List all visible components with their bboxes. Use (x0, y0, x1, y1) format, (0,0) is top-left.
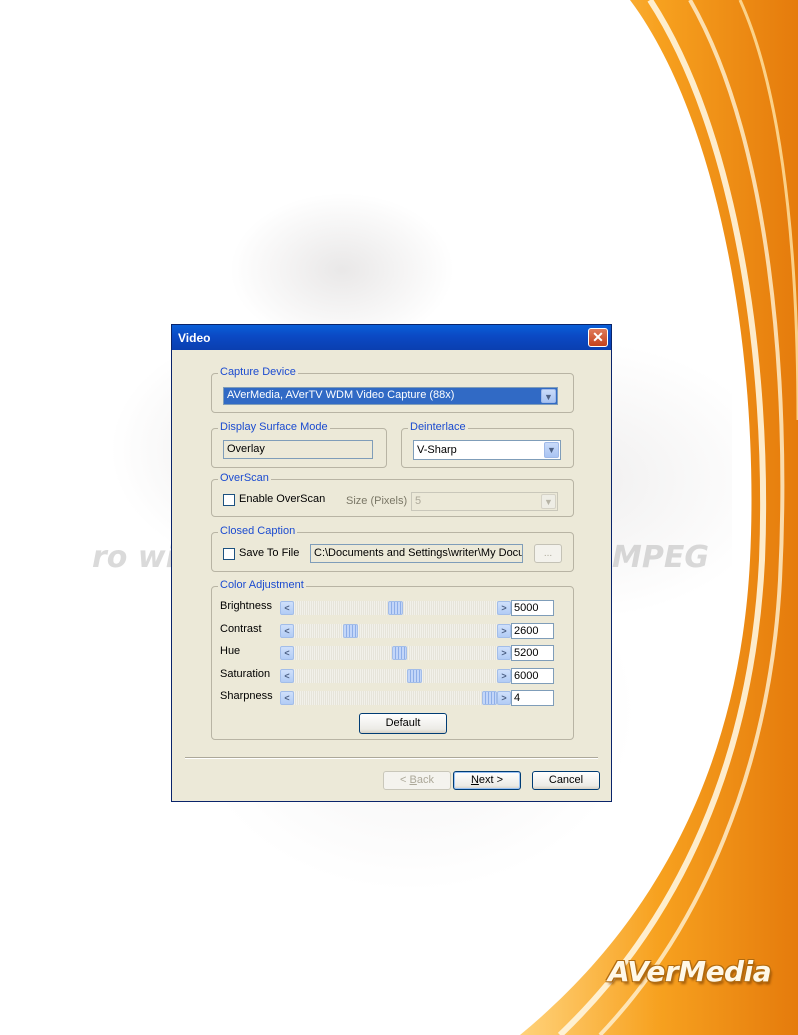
overscan-size-value: 5 (415, 495, 422, 507)
contrast-slider[interactable]: < > (280, 624, 511, 638)
close-icon: ✕ (592, 329, 604, 345)
overscan-group: OverScan Enable OverScan Size (Pixels) 5… (211, 472, 574, 517)
brightness-value[interactable]: 5000 (511, 600, 554, 616)
chevron-right-icon[interactable]: > (497, 646, 511, 660)
capture-device-select[interactable]: AVerMedia, AVerTV WDM Video Capture (88x… (223, 387, 558, 405)
display-surface-mode-label: Display Surface Mode (218, 421, 330, 433)
back-button[interactable]: < Back (383, 771, 451, 790)
sharpness-value[interactable]: 4 (511, 690, 554, 706)
chevron-left-icon[interactable]: < (280, 691, 294, 705)
background-text-right: MPEG (612, 540, 709, 575)
footer-separator (185, 757, 598, 759)
saturation-slider[interactable]: < > (280, 669, 511, 683)
overscan-label: OverScan (218, 472, 271, 484)
sharpness-label: Sharpness (220, 690, 273, 702)
next-rest: ext > (478, 774, 504, 786)
dialog-title: Video (178, 331, 211, 345)
chevron-right-icon[interactable]: > (497, 691, 511, 705)
chevron-right-icon[interactable]: > (497, 624, 511, 638)
slider-thumb[interactable] (406, 669, 422, 683)
enable-overscan-label[interactable]: Enable OverScan (239, 493, 325, 505)
overscan-size-label: Size (Pixels) (346, 495, 408, 507)
deinterlace-value: V-Sharp (417, 444, 457, 456)
back-prefix: < (400, 774, 410, 786)
hue-slider[interactable]: < > (280, 646, 511, 660)
chevron-down-icon[interactable]: ▼ (541, 494, 556, 509)
capture-device-value: AVerMedia, AVerTV WDM Video Capture (88x… (227, 389, 455, 401)
deinterlace-select[interactable]: V-Sharp ▼ (413, 440, 561, 460)
next-button[interactable]: Next > (453, 771, 521, 790)
chevron-left-icon[interactable]: < (280, 624, 294, 638)
hue-label: Hue (220, 645, 241, 657)
close-button[interactable]: ✕ (588, 328, 608, 347)
display-surface-mode-group: Display Surface Mode Overlay (211, 421, 387, 468)
video-dialog: Video ✕ Capture Device AVerMedia, AVerTV… (171, 324, 612, 802)
contrast-label: Contrast (220, 623, 262, 635)
saturation-label: Saturation (220, 668, 271, 680)
save-to-file-checkbox[interactable] (223, 548, 235, 560)
deinterlace-group: Deinterlace V-Sharp ▼ (401, 421, 574, 468)
slider-thumb[interactable] (342, 624, 358, 638)
slider-thumb[interactable] (388, 601, 403, 615)
sharpness-slider[interactable]: < > (280, 691, 511, 705)
color-adjustment-group: Color Adjustment Brightness < > 5000 Con… (211, 579, 574, 740)
chevron-left-icon[interactable]: < (280, 601, 294, 615)
hue-value[interactable]: 5200 (511, 645, 554, 661)
closed-caption-label: Closed Caption (218, 525, 298, 537)
overscan-size-select[interactable]: 5 ▼ (411, 492, 558, 511)
saturation-value[interactable]: 6000 (511, 668, 554, 684)
contrast-value[interactable]: 2600 (511, 623, 554, 639)
chevron-down-icon[interactable]: ▼ (541, 389, 556, 403)
caption-file-path-field[interactable]: C:\Documents and Settings\writer\My Docu… (310, 544, 523, 563)
next-access-key: N (470, 774, 479, 786)
browse-button[interactable]: ... (534, 544, 562, 563)
display-surface-mode-field: Overlay (223, 440, 373, 459)
chevron-left-icon[interactable]: < (280, 669, 294, 683)
chevron-right-icon[interactable]: > (497, 601, 511, 615)
default-button[interactable]: Default (359, 713, 447, 734)
cancel-button[interactable]: Cancel (532, 771, 600, 790)
back-access-key: B (409, 774, 417, 786)
slider-thumb[interactable] (391, 646, 407, 660)
slider-thumb[interactable] (482, 691, 497, 705)
deinterlace-label: Deinterlace (408, 421, 468, 433)
chevron-down-icon[interactable]: ▼ (544, 442, 559, 458)
enable-overscan-checkbox[interactable] (223, 494, 235, 506)
closed-caption-group: Closed Caption Save To File C:\Documents… (211, 525, 574, 572)
avermedia-logo: AVerMedia (608, 955, 772, 988)
color-adjustment-label: Color Adjustment (218, 579, 306, 591)
capture-device-group: Capture Device AVerMedia, AVerTV WDM Vid… (211, 366, 574, 413)
back-rest: ack (416, 774, 434, 786)
capture-device-label: Capture Device (218, 366, 298, 378)
chevron-right-icon[interactable]: > (497, 669, 511, 683)
title-bar[interactable]: Video ✕ (172, 325, 611, 350)
brightness-slider[interactable]: < > (280, 601, 511, 615)
chevron-left-icon[interactable]: < (280, 646, 294, 660)
brightness-label: Brightness (220, 600, 272, 612)
save-to-file-label[interactable]: Save To File (239, 547, 299, 559)
